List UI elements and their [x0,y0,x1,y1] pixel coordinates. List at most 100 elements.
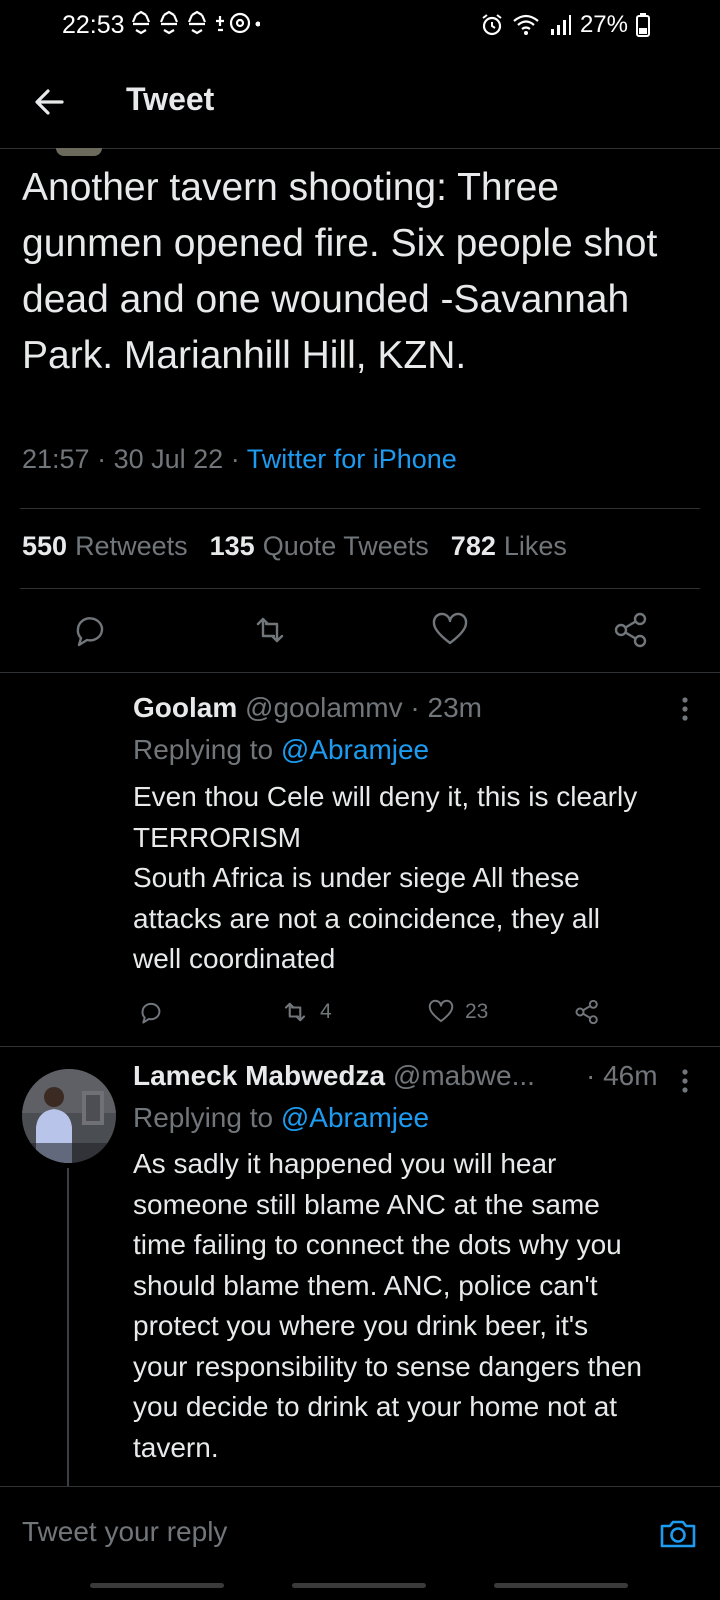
avatar-photo [22,1069,116,1163]
reply-icon [141,1002,161,1024]
reply-share-button[interactable] [573,997,601,1027]
reply-age: 46m [603,1060,658,1091]
tweet-source-link[interactable]: Twitter for iPhone [247,444,457,474]
battery-icon [636,13,650,37]
reply-more-button[interactable] [680,696,690,727]
camera-icon [660,1520,696,1548]
more-icon [682,1069,688,1093]
likes-label: Likes [503,531,567,561]
reply-text-line: tavern. [133,1431,219,1463]
divider [0,672,720,673]
retweet-icon [256,617,284,643]
retweets-label: Retweets [75,531,188,561]
replying-to: Replying to @Abramjee [133,734,429,766]
battery-percent: 27% [579,11,628,38]
likes-count: 782 [450,531,496,561]
status-time: 22:53 [62,11,125,39]
thread-line [67,1168,69,1486]
retweets-stat[interactable]: 550 Retweets [22,531,188,562]
divider [20,588,700,589]
reply-button[interactable] [70,610,110,650]
reply-author-handle[interactable]: @goolammv [245,692,403,723]
reply-like-button[interactable]: 23 [427,997,488,1027]
reply-input[interactable]: Tweet your reply [22,1516,227,1548]
reply-author-name[interactable]: Lameck Mabwedza [133,1060,385,1091]
reply-text-line: As sadly it happened you will hear [133,1148,557,1179]
reply-author-name[interactable]: Goolam [133,692,237,723]
reply-text-line: someone still blame ANC at the same [133,1188,600,1220]
reply-text-line: protect you where you drink beer, it's [133,1310,589,1341]
reply-text-line: South Africa is under siege All these [133,862,580,893]
share-icon [614,612,647,648]
reply-text-line: TERRORISM [133,821,301,853]
divider [20,508,700,509]
reply-text-line: your responsibility to sense dangers the… [133,1350,642,1382]
avatar[interactable] [22,1069,116,1163]
tweet-date: 30 Jul 22 [113,444,224,474]
share-icon [575,999,598,1025]
nav-recents-button[interactable] [90,1583,224,1588]
reply-age-wrap: · 46m [586,1060,658,1092]
reply-text-line: attacks are not a coincidence, they all [133,902,600,934]
reply-retweet-button[interactable]: 4 [280,997,332,1027]
status-right: 27% [480,11,650,39]
reply-retweet-count: 4 [320,1000,332,1023]
likes-stat[interactable]: 782 Likes [451,531,567,562]
replying-to: Replying to @Abramjee [133,1102,429,1134]
alarm-icon [482,14,502,36]
replying-to-handle[interactable]: @Abramjee [281,1102,429,1133]
reply-text: As sadly it happened you will hear someo… [133,1144,713,1468]
tweet-stats: 550 Retweets 135 Quote Tweets 782 Likes [22,531,567,562]
reply-icon [76,617,104,647]
replying-to-handle[interactable]: @Abramjee [281,734,429,765]
reply-text-line: time failing to connect the dots why you [133,1229,622,1260]
reply-age: 23m [427,692,482,723]
notification-app-icons [131,10,260,35]
like-icon [428,999,454,1023]
retweet-icon [284,1002,306,1022]
reply-text-line: you decide to drink at your home not at [133,1391,618,1422]
reply-composer: Tweet your reply [0,1486,720,1577]
nav-home-button[interactable] [292,1583,426,1588]
wifi-icon [513,14,539,35]
back-button[interactable] [30,82,70,122]
replying-to-prefix: Replying to [133,734,274,765]
share-button[interactable] [611,610,651,650]
status-bar: 22:53 27% [0,0,720,56]
reply-text: Even thou Cele will deny it, this is cle… [133,777,713,980]
reply-like-count: 23 [465,1000,489,1023]
meta-separator: · [97,444,114,474]
reply-header: Goolam @goolammv · 23m [133,692,482,724]
top-app-bar: Tweet [0,56,720,149]
notification-icons [130,10,260,36]
tweet-time: 21:57 [22,444,90,474]
back-arrow-icon [35,89,64,115]
page-title: Tweet [126,81,215,117]
quote-tweets-label: Quote Tweets [262,531,429,561]
like-icon [432,612,468,645]
meta-separator: · [230,444,247,474]
quote-tweets-stat[interactable]: 135 Quote Tweets [210,531,429,562]
divider [0,1046,720,1047]
tweet-meta: 21:57 · 30 Jul 22 · Twitter for iPhone [22,444,457,475]
more-icon [682,697,688,721]
reply-header: Lameck Mabwedza @mabwe... [133,1060,535,1092]
retweet-button[interactable] [250,610,290,650]
system-nav-bar [0,1576,720,1600]
add-media-button[interactable] [658,1513,698,1553]
like-button[interactable] [430,610,470,650]
reply-author-handle[interactable]: @mabwe... [393,1060,535,1091]
quote-tweets-count: 135 [209,531,255,561]
signal-icon [550,15,571,35]
meta-separator: · [586,1060,596,1091]
reply-more-button[interactable] [680,1068,690,1099]
reply-text-line: well coordinated [133,943,336,974]
reply-text-line: Even thou Cele will deny it, this is cle… [133,781,638,812]
nav-back-button[interactable] [494,1583,628,1588]
tweet-text: Another tavern shooting: Three gunmen op… [22,166,658,377]
replying-to-prefix: Replying to [133,1102,274,1133]
author-avatar-peek[interactable] [56,148,102,156]
retweets-count: 550 [22,531,68,561]
reply-reply-button[interactable] [137,997,165,1027]
meta-separator: · [410,692,420,723]
